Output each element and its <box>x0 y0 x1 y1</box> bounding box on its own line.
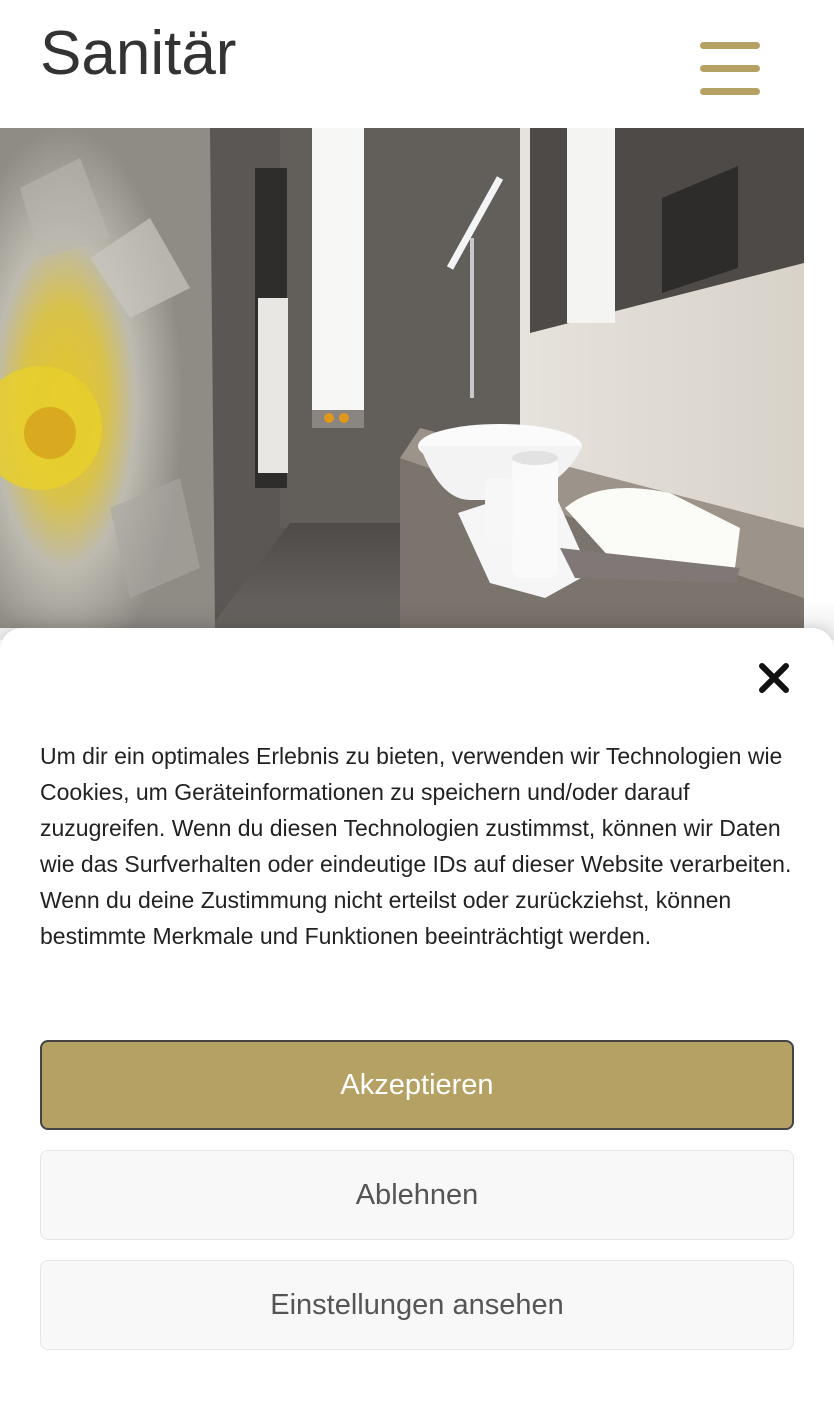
bathroom-illustration <box>0 128 804 628</box>
menu-bar <box>700 88 760 95</box>
close-icon-glyph <box>759 663 789 693</box>
hamburger-menu-icon[interactable] <box>700 42 760 96</box>
cookie-consent-text: Um dir ein optimales Erlebnis zu bieten,… <box>40 743 792 949</box>
accept-button[interactable]: Akzeptieren <box>40 1040 794 1130</box>
close-icon[interactable] <box>754 658 794 698</box>
view-settings-button[interactable]: Einstellungen ansehen <box>40 1260 794 1350</box>
hero-image <box>0 128 804 628</box>
menu-bar <box>700 42 760 49</box>
deny-button[interactable]: Ablehnen <box>40 1150 794 1240</box>
page-title: Sanitär <box>40 19 237 88</box>
menu-bar <box>700 65 760 72</box>
